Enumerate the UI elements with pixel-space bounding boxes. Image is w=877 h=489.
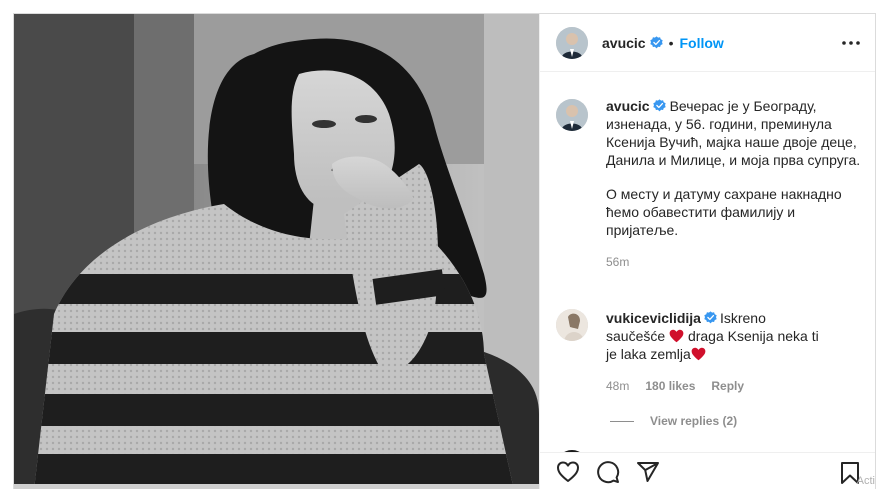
- follow-button[interactable]: Follow: [680, 35, 724, 51]
- comment-timestamp[interactable]: 48m: [606, 377, 629, 395]
- author-avatar[interactable]: [556, 26, 588, 59]
- post-header: avucic • Follow: [540, 14, 875, 72]
- heart-icon[interactable]: [556, 460, 580, 484]
- share-icon[interactable]: [636, 460, 660, 484]
- view-replies-label: View replies (2): [650, 414, 738, 428]
- reply-button[interactable]: Reply: [711, 377, 744, 395]
- comments-scroll-area[interactable]: avucic Вечерас је у Београду, изненада, у…: [540, 73, 875, 452]
- activation-watermark: Acti: [856, 475, 875, 487]
- commenter-username[interactable]: vukiceviclidija: [606, 310, 701, 326]
- post-caption: avucic Вечерас је у Београду, изненада, у…: [556, 97, 866, 271]
- comment-likes-count[interactable]: 180 likes: [645, 377, 695, 395]
- red-heart-emoji-icon: [691, 347, 706, 361]
- verified-badge-icon: [652, 99, 666, 112]
- post-side-panel: avucic • Follow avucic Вечерас је у Беог…: [539, 14, 875, 489]
- caption-paragraph-2: О месту и датуму сахране накнадно ћемо о…: [606, 186, 842, 238]
- caption-timestamp[interactable]: 56m: [606, 253, 866, 271]
- comment-meta: 48m 180 likes Reply: [606, 377, 826, 395]
- commenter-avatar[interactable]: [556, 309, 588, 341]
- header-separator: •: [668, 34, 674, 51]
- post-photo: [14, 14, 539, 489]
- red-heart-emoji-icon: [669, 329, 684, 343]
- comment-item: vukiceviclidija Iskreno saučešće draga Ks…: [556, 309, 866, 395]
- view-replies-line: [610, 420, 634, 422]
- post-actions-bar: [540, 452, 875, 489]
- author-username[interactable]: avucic: [602, 35, 646, 51]
- verified-badge-icon: [704, 311, 717, 324]
- comment-text: vukiceviclidija Iskreno saučešće draga Ks…: [606, 309, 826, 363]
- post-modal: avucic • Follow avucic Вечерас је у Беог…: [13, 13, 876, 489]
- caption-body: avucic Вечерас је у Београду, изненада, у…: [606, 97, 866, 271]
- view-replies-button[interactable]: View replies (2): [610, 414, 737, 428]
- caption-username[interactable]: avucic: [606, 98, 650, 114]
- caption-paragraph-1: avucic Вечерас је у Београду, изненада, у…: [606, 97, 866, 169]
- caption-author-avatar[interactable]: [556, 99, 588, 131]
- comment-icon[interactable]: [596, 460, 620, 484]
- author-avatar-image: [556, 26, 588, 59]
- verified-badge-icon: [649, 36, 663, 49]
- post-photo-image: [14, 14, 539, 489]
- comment-body: vukiceviclidija Iskreno saučešće draga Ks…: [606, 309, 826, 395]
- more-options-icon[interactable]: [841, 34, 861, 52]
